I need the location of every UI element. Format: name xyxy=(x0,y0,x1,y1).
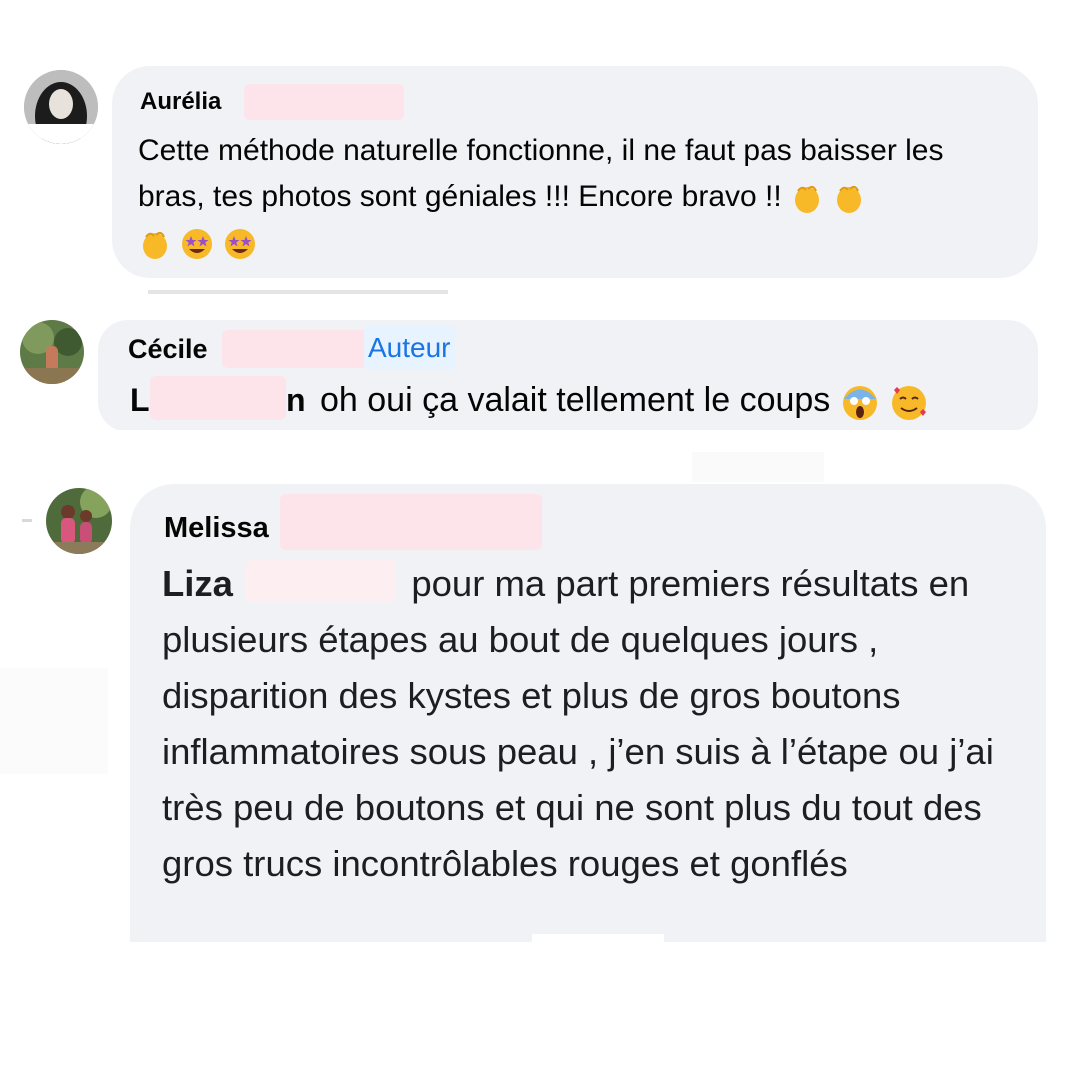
comment-author-name[interactable]: Melissa xyxy=(164,512,269,545)
mention-tag[interactable]: Liza xyxy=(162,563,233,604)
redacted-mention xyxy=(246,560,396,602)
star-struck-icon xyxy=(180,227,214,261)
clapping-hands-icon xyxy=(138,227,172,261)
comment-text: Cette méthode naturelle fonctionne, il n… xyxy=(138,128,1018,266)
face-screaming-in-fear-icon xyxy=(840,382,880,422)
mention-tag[interactable]: L xyxy=(130,382,150,419)
comment-author-name[interactable]: Aurélia xyxy=(140,88,221,116)
avatar-aurelia[interactable] xyxy=(24,70,98,144)
comment-text: oh oui ça valait tellement le coups xyxy=(320,378,929,422)
comment-thread: Aurélia Cette méthode naturelle fonction… xyxy=(0,0,1080,1080)
cropped-actions-row xyxy=(148,290,448,294)
thread-connector xyxy=(22,519,32,522)
background-patch xyxy=(532,934,664,962)
profile-photo-icon xyxy=(24,70,98,144)
profile-photo-icon xyxy=(46,488,112,554)
background-patch xyxy=(692,452,824,482)
mention-tag-end[interactable]: n xyxy=(286,382,306,419)
redacted-mention xyxy=(150,376,286,420)
comment-body: oh oui ça valait tellement le coups xyxy=(320,381,831,419)
star-struck-icon xyxy=(223,227,257,261)
redacted-surname xyxy=(244,84,404,120)
screenshot-crop-edge xyxy=(0,942,1080,1080)
comment-body: pour ma part premiers résultats en plusi… xyxy=(162,563,994,884)
clapping-hands-icon xyxy=(790,181,824,215)
profile-photo-icon xyxy=(20,320,84,384)
redacted-surname xyxy=(222,330,368,368)
author-badge: Auteur xyxy=(364,326,455,370)
smiling-face-with-hearts-icon xyxy=(889,382,929,422)
comment-author-name[interactable]: Cécile xyxy=(128,334,208,365)
clapping-hands-icon xyxy=(832,181,866,215)
bubble-crop-edge xyxy=(98,430,1048,442)
avatar-cecile[interactable] xyxy=(20,320,84,384)
redacted-surname xyxy=(280,494,542,550)
comment-text: Liza pour ma part premiers résultats en … xyxy=(162,556,1022,892)
background-patch xyxy=(0,668,108,774)
avatar-melissa[interactable] xyxy=(46,488,112,554)
